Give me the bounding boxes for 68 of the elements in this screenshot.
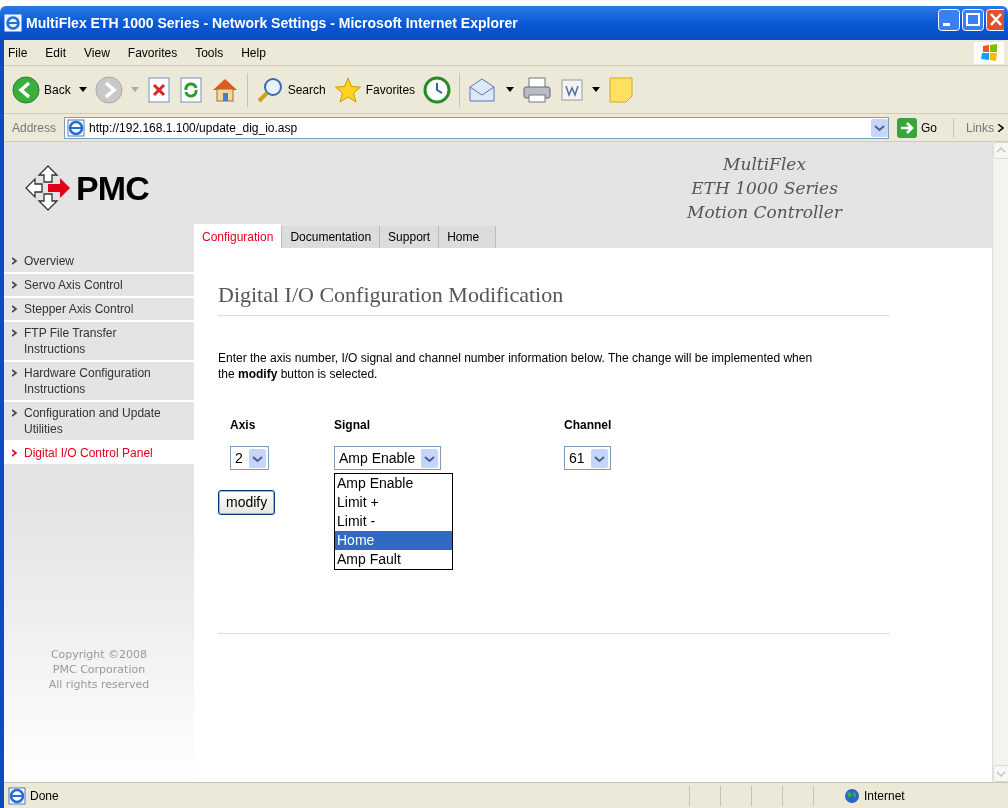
menu-item[interactable]: Tools (195, 43, 224, 62)
browser-icon[interactable] (4, 14, 22, 32)
history-icon[interactable] (423, 75, 452, 104)
select-field[interactable]: 61 (564, 446, 611, 470)
address-field[interactable]: http://192.168.1.100/update_dig_io.asp (64, 116, 889, 139)
printer-icon[interactable] (522, 75, 553, 104)
instructions-text: Enter the axis number, I/O signal and channel number information below. The change will be implemented when the modify button is selected. (218, 350, 814, 382)
status-text: Done (30, 787, 60, 805)
globe-icon[interactable] (844, 787, 860, 804)
product-name: ETH 1000 Series (691, 177, 838, 200)
go-button[interactable]: Go (920, 118, 937, 137)
product-name: MultiFlex (723, 153, 806, 176)
nav-tab[interactable]: Documentation (281, 226, 380, 248)
browser-page-icon[interactable] (67, 118, 86, 137)
dropdown-list[interactable]: Amp Enable Limit + Limit - Home Amp Fault (334, 473, 453, 570)
sidebar-link[interactable]: FTP File Transfer Instructions (4, 322, 194, 360)
back-button[interactable]: Back (44, 80, 71, 99)
menu-item[interactable]: Favorites (127, 43, 178, 62)
address-label: Address (11, 119, 58, 137)
sidebar-link[interactable]: Overview (4, 250, 194, 272)
favorites-button[interactable]: Favorites (365, 80, 416, 99)
maximize-icon[interactable] (962, 9, 984, 31)
menu-item[interactable]: File (8, 43, 28, 62)
close-icon[interactable] (986, 9, 1004, 31)
links-button[interactable]: Links (966, 118, 994, 137)
menu-item[interactable]: Help (241, 43, 266, 62)
windows-logo-icon[interactable] (974, 41, 1004, 64)
chevron-icon[interactable] (998, 123, 1004, 132)
nav-tab[interactable]: Home (438, 226, 497, 248)
sidebar-link[interactable]: Servo Axis Control (4, 274, 194, 296)
dropdown-caret-icon[interactable] (506, 86, 515, 93)
minimize-icon[interactable] (938, 9, 960, 31)
sidebar-link[interactable]: Hardware Configuration Instructions (4, 362, 194, 400)
logo-text: PMC (76, 171, 149, 205)
zone-text: Internet (864, 787, 905, 805)
select-field[interactable]: 2 (230, 446, 269, 470)
dropdown-caret-icon[interactable] (78, 86, 87, 93)
dropdown-option[interactable]: Amp Enable (335, 474, 452, 493)
word-document-icon[interactable] (560, 77, 585, 102)
dropdown-caret-icon[interactable] (592, 86, 601, 93)
browser-page-icon[interactable] (8, 786, 26, 805)
dropdown-option[interactable]: Home (335, 531, 452, 550)
copyright-text: All rights reserved (48, 677, 150, 692)
search-button[interactable]: Search (287, 80, 326, 99)
field-label: Channel (564, 417, 613, 434)
arrows-logo-icon[interactable] (24, 164, 72, 212)
menu-item[interactable]: View (84, 43, 110, 62)
sidebar-link[interactable]: Stepper Axis Control (4, 298, 194, 320)
product-name: Motion Controller (687, 201, 842, 224)
modify-button[interactable]: modify (218, 490, 276, 515)
window-title: MultiFlex ETH 1000 Series - Network Settings - Microsoft Internet Explorer (26, 13, 519, 33)
dropdown-option[interactable]: Limit + (335, 493, 452, 512)
menu-item[interactable]: Edit (45, 43, 67, 62)
page-heading: Digital I/O Configuration Modification (218, 278, 890, 316)
stop-icon[interactable] (146, 76, 171, 103)
search-icon[interactable] (255, 75, 284, 104)
refresh-icon[interactable] (178, 76, 203, 103)
field-label: Signal (334, 417, 371, 434)
sidebar-link[interactable]: Configuration and Update Utilities (4, 402, 194, 440)
copyright-text: PMC Corporation (52, 662, 146, 677)
star-icon[interactable] (333, 75, 362, 104)
nav-tab[interactable]: Configuration (194, 224, 282, 249)
dropdown-option[interactable]: Limit - (335, 512, 452, 531)
field-label: Axis (230, 417, 257, 434)
dropdown-option[interactable]: Amp Fault (335, 550, 452, 569)
copyright-text: Copyright ©2008 (50, 647, 148, 662)
nav-tab[interactable]: Support (379, 226, 439, 248)
select-field[interactable]: Amp Enable (334, 446, 442, 470)
